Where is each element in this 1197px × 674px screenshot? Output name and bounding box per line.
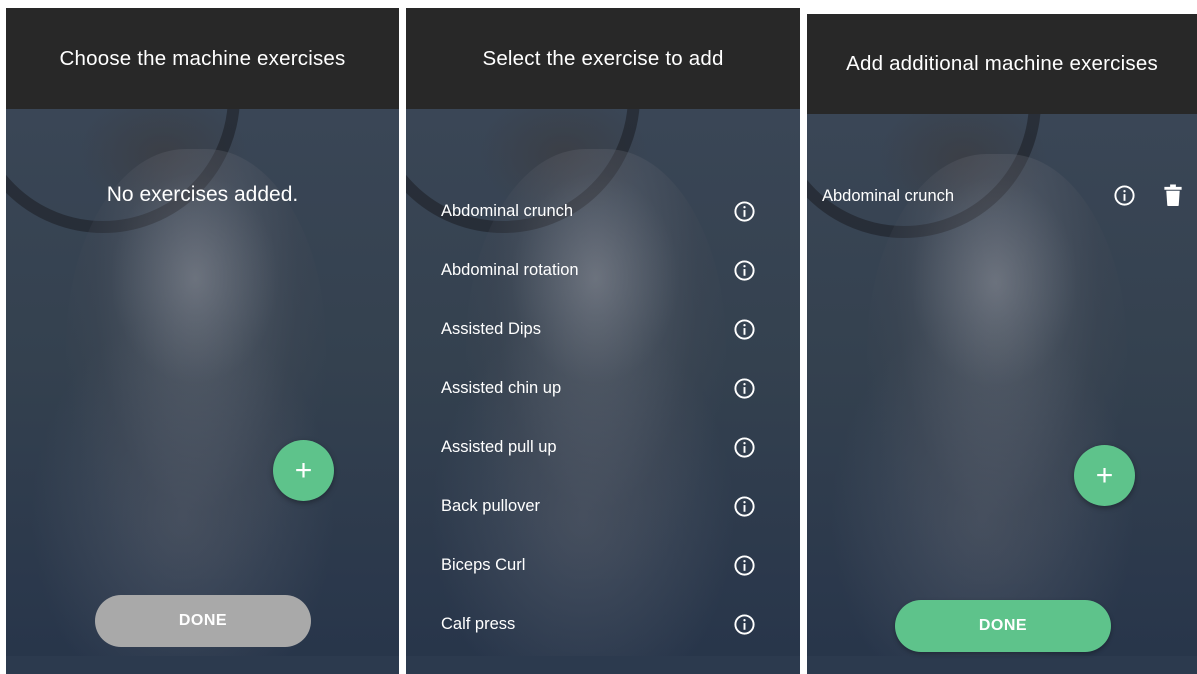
list-item[interactable]: Assisted chin up [406, 368, 800, 408]
info-icon[interactable] [733, 436, 756, 459]
exercise-name: Assisted Dips [441, 319, 541, 338]
info-icon[interactable] [733, 200, 756, 223]
page-title: Choose the machine exercises [59, 46, 346, 70]
list-item[interactable]: Abdominal crunch [406, 191, 800, 231]
screen-choose-exercises: Choose the machine exercises No exercise… [6, 8, 399, 674]
info-icon[interactable] [733, 318, 756, 341]
empty-state-message: No exercises added. [106, 183, 299, 206]
screenshot-collage: Choose the machine exercises No exercise… [0, 0, 1197, 674]
done-button-label: DONE [978, 617, 1028, 634]
trash-icon[interactable] [1163, 184, 1183, 207]
exercise-name: Abdominal rotation [441, 260, 579, 279]
add-exercise-button[interactable]: + [1074, 445, 1135, 506]
done-button-label: DONE [178, 612, 228, 629]
bottom-strip [6, 656, 399, 674]
list-item[interactable]: Back pullover [406, 486, 800, 526]
info-icon[interactable] [733, 613, 756, 636]
athlete-silhouette [66, 149, 326, 579]
plus-icon: + [294, 453, 313, 487]
done-button[interactable]: DONE [895, 600, 1111, 652]
list-item[interactable]: Calf press [406, 604, 800, 644]
plus-icon: + [1095, 458, 1114, 492]
exercise-name: Abdominal crunch [441, 201, 574, 220]
info-icon[interactable] [733, 377, 756, 400]
exercise-name: Biceps Curl [441, 555, 526, 574]
list-item[interactable]: Abdominal rotation [406, 250, 800, 290]
exercise-name: Assisted chin up [441, 378, 562, 397]
list-item[interactable]: Assisted Dips [406, 309, 800, 349]
screen-select-exercise: Select the exercise to add Abdominal cru… [406, 8, 800, 674]
exercise-name: Calf press [441, 614, 516, 633]
add-exercise-button[interactable]: + [273, 440, 334, 501]
app-bar: Add additional machine exercises [807, 14, 1197, 114]
page-title: Add additional machine exercises [846, 52, 1158, 75]
screen-additional-exercises: Add additional machine exercises Abdomin… [807, 14, 1197, 674]
list-item[interactable]: Biceps Curl [406, 545, 800, 585]
added-exercise-row: Abdominal crunch [807, 176, 1197, 216]
list-item[interactable]: Assisted pull up [406, 427, 800, 467]
app-bar: Choose the machine exercises [6, 8, 399, 109]
bottom-strip [807, 656, 1197, 674]
done-button[interactable]: DONE [95, 595, 311, 647]
info-icon[interactable] [733, 259, 756, 282]
page-title: Select the exercise to add [482, 46, 724, 70]
exercise-name: Abdominal crunch [822, 187, 955, 205]
bottom-strip [406, 656, 800, 674]
app-bar: Select the exercise to add [406, 8, 800, 109]
exercise-name: Assisted pull up [441, 437, 557, 456]
info-icon[interactable] [733, 554, 756, 577]
exercise-name: Back pullover [441, 496, 541, 515]
info-icon[interactable] [1113, 184, 1136, 207]
info-icon[interactable] [733, 495, 756, 518]
athlete-silhouette [867, 154, 1127, 584]
